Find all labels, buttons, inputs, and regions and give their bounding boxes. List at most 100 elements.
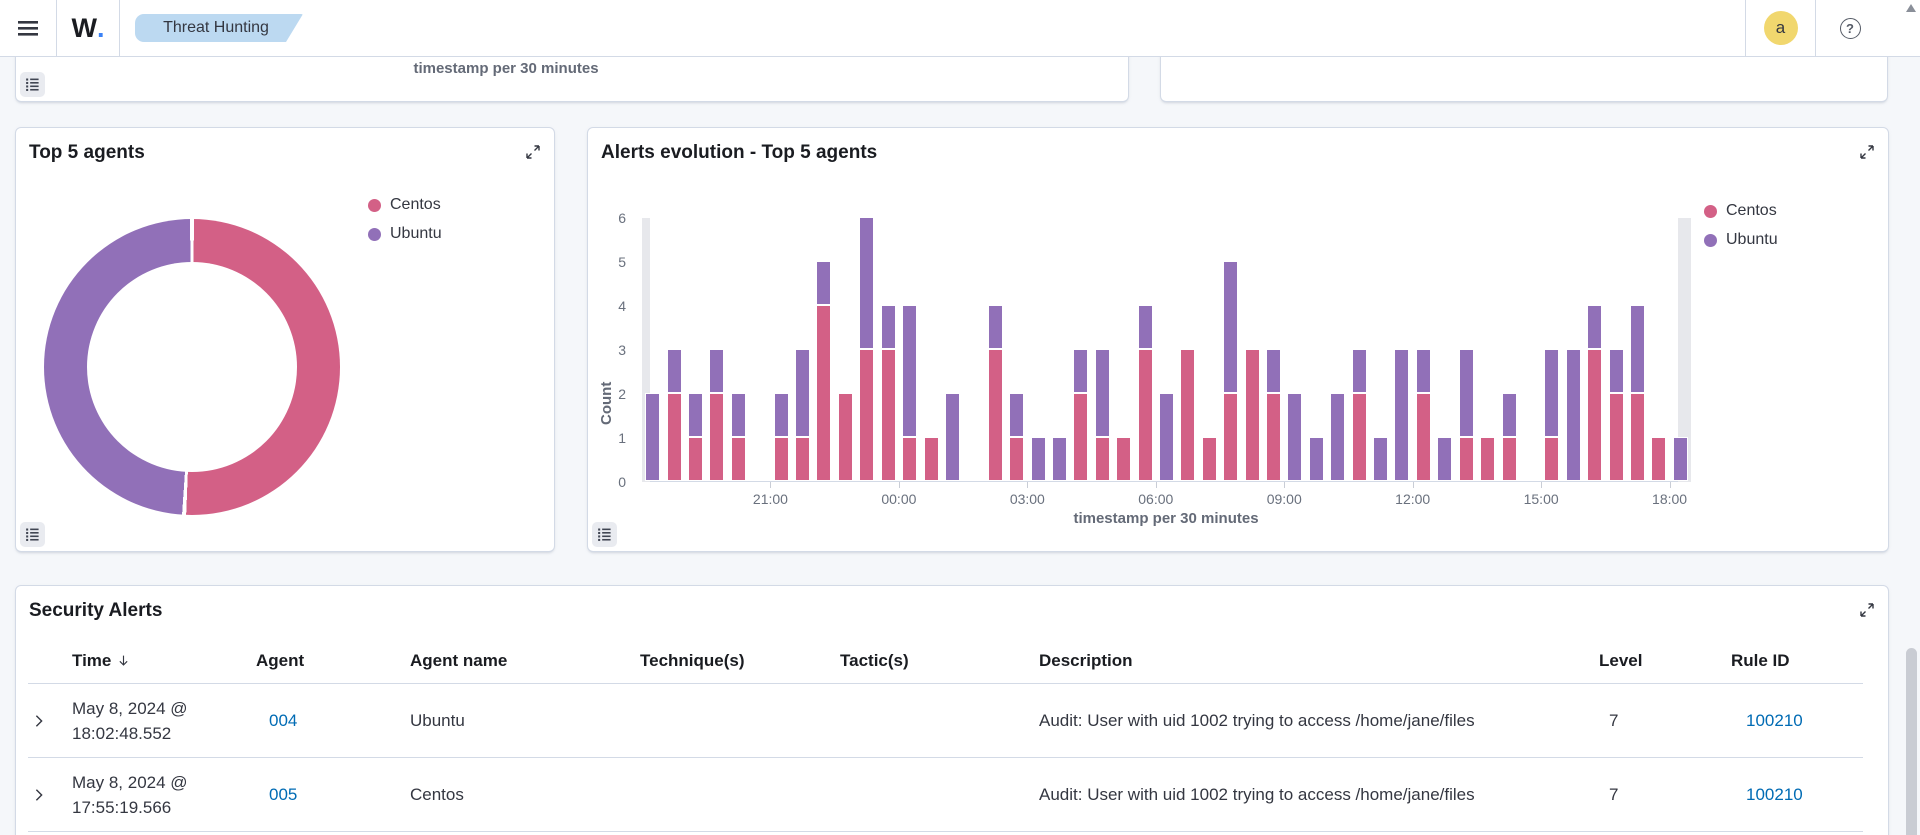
bar-segment-ubuntu[interactable] — [816, 261, 831, 305]
bar-segment-ubuntu[interactable] — [1566, 349, 1581, 481]
bar-segment-ubuntu[interactable] — [1502, 393, 1517, 437]
avatar[interactable]: a — [1764, 11, 1798, 45]
scrollbar-up-arrow[interactable] — [1906, 4, 1916, 12]
bar-segment-centos[interactable] — [1459, 437, 1474, 481]
bar-segment-centos[interactable] — [1609, 393, 1624, 481]
legend-toggle-button[interactable] — [20, 72, 45, 97]
expand-icon[interactable] — [1859, 143, 1877, 161]
bar-segment-centos[interactable] — [1587, 349, 1602, 481]
bar-segment-centos[interactable] — [1416, 393, 1431, 481]
bar-segment-centos[interactable] — [1502, 437, 1517, 481]
bar-segment-ubuntu[interactable] — [1373, 437, 1388, 481]
header-cell-agent-name[interactable]: Agent name — [410, 651, 640, 671]
bar-segment-ubuntu[interactable] — [1073, 349, 1088, 393]
bar-segment-centos[interactable] — [1544, 437, 1559, 481]
bar-segment-centos[interactable] — [709, 393, 724, 481]
bar-segment-ubuntu[interactable] — [688, 393, 703, 437]
bar-segment-centos[interactable] — [1223, 393, 1238, 481]
bar-segment-ubuntu[interactable] — [988, 305, 1003, 349]
bar-segment-ubuntu[interactable] — [1544, 349, 1559, 437]
agent-link[interactable]: 005 — [269, 785, 297, 804]
bar-segment-centos[interactable] — [816, 305, 831, 481]
legend-item-centos[interactable]: Centos — [1704, 202, 1778, 220]
bar-segment-ubuntu[interactable] — [1459, 349, 1474, 437]
bar-segment-centos[interactable] — [795, 437, 810, 481]
bar-segment-centos[interactable] — [1073, 393, 1088, 481]
bar-segment-centos[interactable] — [1009, 437, 1024, 481]
bar-segment-centos[interactable] — [774, 437, 789, 481]
bar-segment-ubuntu[interactable] — [1394, 349, 1409, 481]
bar-segment-centos[interactable] — [1116, 437, 1131, 481]
bar-segment-ubuntu[interactable] — [1138, 305, 1153, 349]
bar-segment-ubuntu[interactable] — [1309, 437, 1324, 481]
bar-segment-ubuntu[interactable] — [1287, 393, 1302, 481]
bar-segment-ubuntu[interactable] — [881, 305, 896, 349]
bar-segment-ubuntu[interactable] — [1673, 437, 1688, 481]
bar-segment-centos[interactable] — [924, 437, 939, 481]
bar-segment-centos[interactable] — [902, 437, 917, 481]
bar-segment-ubuntu[interactable] — [1031, 437, 1046, 481]
bar-segment-centos[interactable] — [988, 349, 1003, 481]
rule-id-link[interactable]: 100210 — [1746, 711, 1803, 730]
legend-item-ubuntu[interactable]: Ubuntu — [1704, 231, 1778, 249]
legend-toggle-button[interactable] — [20, 522, 45, 547]
bar-segment-ubuntu[interactable] — [1630, 305, 1645, 393]
header-cell-agent[interactable]: Agent — [256, 651, 410, 671]
wazuh-logo[interactable]: W. — [57, 0, 119, 56]
header-cell-rule-id[interactable]: Rule ID — [1731, 651, 1851, 671]
bar-segment-centos[interactable] — [731, 437, 746, 481]
bar-segment-centos[interactable] — [1651, 437, 1666, 481]
scrollbar-thumb[interactable] — [1906, 648, 1917, 835]
expand-row-button[interactable] — [28, 714, 46, 728]
bar-segment-centos[interactable] — [1095, 437, 1110, 481]
bar-segment-centos[interactable] — [1245, 349, 1260, 481]
legend-item-centos[interactable]: Centos — [368, 196, 442, 214]
bar-segment-centos[interactable] — [881, 349, 896, 481]
header-cell-level[interactable]: Level — [1599, 651, 1731, 671]
bar-segment-centos[interactable] — [1480, 437, 1495, 481]
expand-row-button[interactable] — [28, 788, 46, 802]
bar-segment-centos[interactable] — [1202, 437, 1217, 481]
bar-segment-ubuntu[interactable] — [774, 393, 789, 437]
bar-segment-centos[interactable] — [1352, 393, 1367, 481]
header-cell-technique-s-[interactable]: Technique(s) — [640, 651, 840, 671]
help-icon[interactable]: ? — [1840, 18, 1861, 39]
bar-segment-centos[interactable] — [1138, 349, 1153, 481]
bar-segment-centos[interactable] — [1266, 393, 1281, 481]
agent-link[interactable]: 004 — [269, 711, 297, 730]
bar-segment-ubuntu[interactable] — [1159, 393, 1174, 481]
bar-segment-ubuntu[interactable] — [1587, 305, 1602, 349]
bar-segment-ubuntu[interactable] — [1223, 261, 1238, 393]
header-cell-tactic-s-[interactable]: Tactic(s) — [840, 651, 1039, 671]
bar-segment-centos[interactable] — [688, 437, 703, 481]
bar-segment-ubuntu[interactable] — [1437, 437, 1452, 481]
breadcrumb-threat-hunting[interactable]: Threat Hunting — [135, 14, 303, 42]
donut-chart-top-5-agents[interactable] — [44, 219, 340, 515]
rule-id-link[interactable]: 100210 — [1746, 785, 1803, 804]
bar-segment-centos[interactable] — [859, 349, 874, 481]
bar-segment-ubuntu[interactable] — [645, 393, 660, 481]
bar-segment-ubuntu[interactable] — [1352, 349, 1367, 393]
bar-segment-ubuntu[interactable] — [902, 305, 917, 437]
bar-segment-ubuntu[interactable] — [1095, 349, 1110, 437]
expand-icon[interactable] — [1859, 601, 1877, 619]
bar-segment-ubuntu[interactable] — [709, 349, 724, 393]
bar-segment-centos[interactable] — [1630, 393, 1645, 481]
bar-segment-ubuntu[interactable] — [1052, 437, 1067, 481]
bar-segment-ubuntu[interactable] — [1266, 349, 1281, 393]
header-cell-time[interactable]: Time — [72, 651, 256, 671]
bar-segment-centos[interactable] — [838, 393, 853, 481]
bar-segment-ubuntu[interactable] — [731, 393, 746, 437]
bar-segment-ubuntu[interactable] — [859, 217, 874, 349]
bar-segment-ubuntu[interactable] — [945, 393, 960, 481]
menu-button[interactable] — [0, 0, 56, 56]
bar-segment-ubuntu[interactable] — [667, 349, 682, 393]
bar-segment-ubuntu[interactable] — [1416, 349, 1431, 393]
bar-segment-ubuntu[interactable] — [795, 349, 810, 437]
expand-icon[interactable] — [525, 143, 543, 161]
bar-segment-centos[interactable] — [1180, 349, 1195, 481]
legend-toggle-button[interactable] — [592, 522, 617, 547]
legend-item-ubuntu[interactable]: Ubuntu — [368, 225, 442, 243]
header-cell-description[interactable]: Description — [1039, 651, 1599, 671]
bar-segment-ubuntu[interactable] — [1330, 393, 1345, 481]
